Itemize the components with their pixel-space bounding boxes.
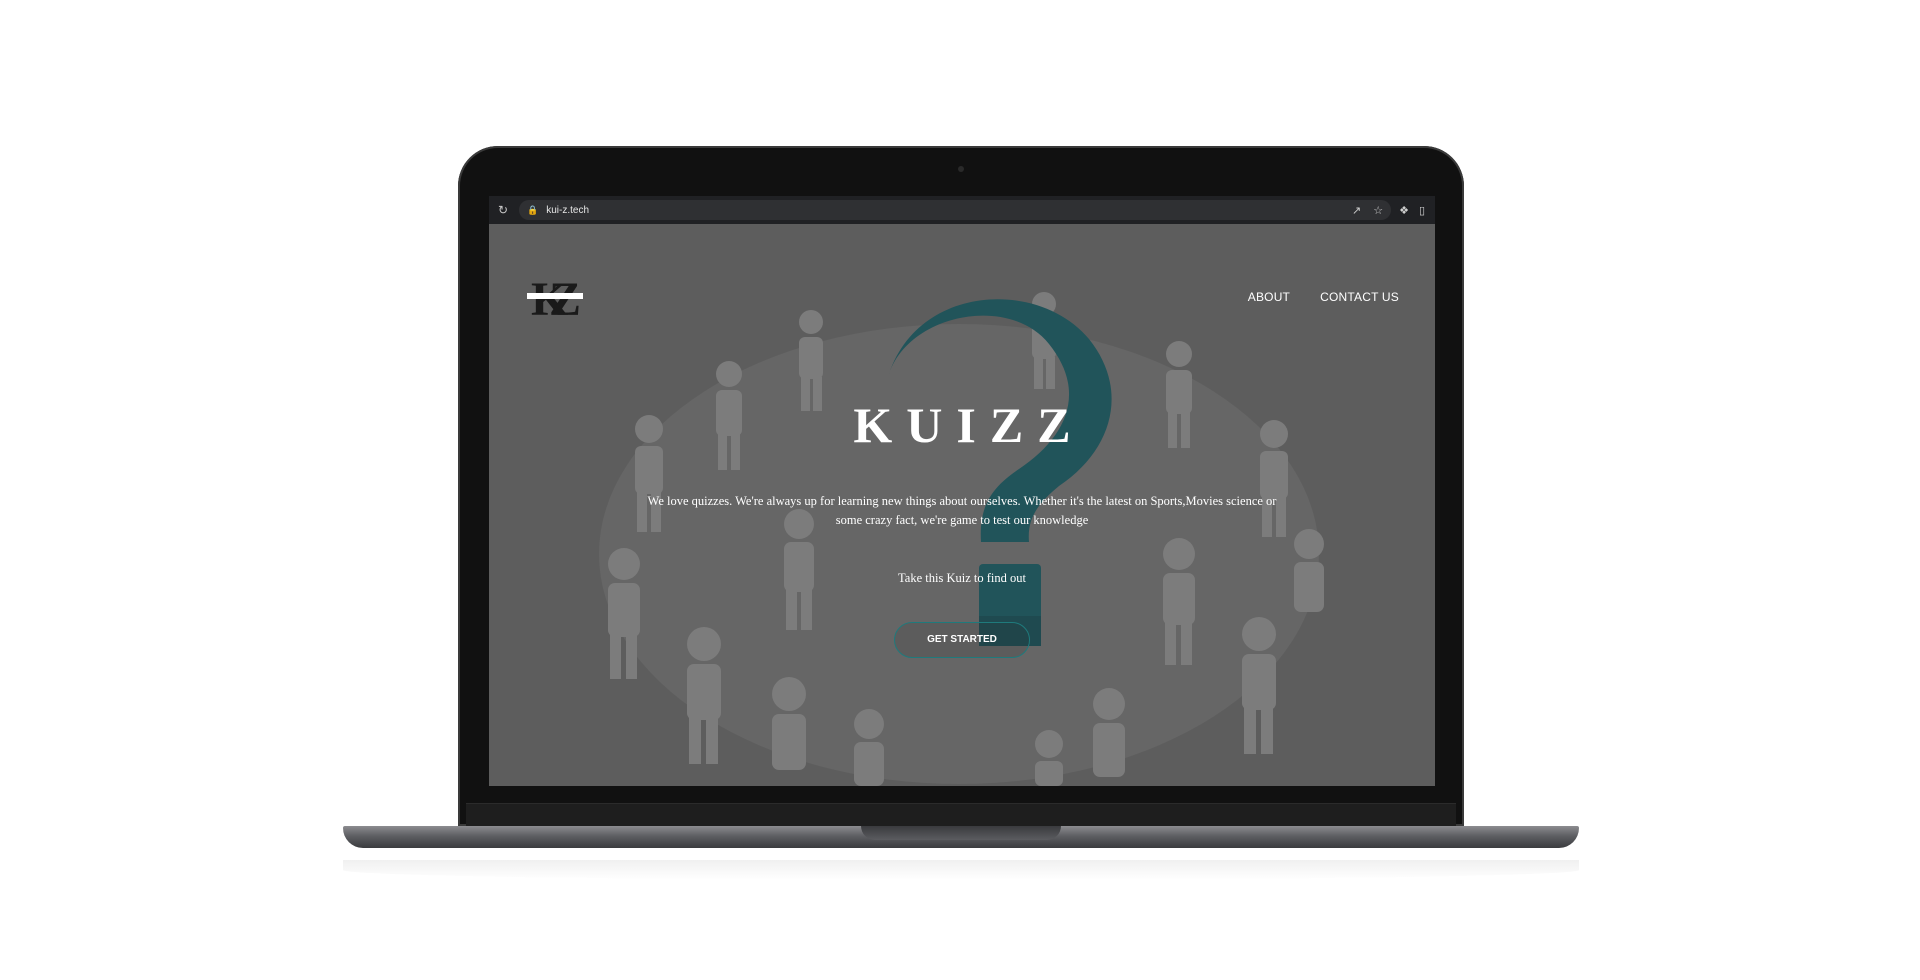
laptop-screen: ↻ 🔒 kui-z.tech ↗ ☆ ❖ ▯ K Z ABOUT CONTACT… [489, 196, 1435, 786]
hero-cta-text: Take this Kuiz to find out [898, 571, 1026, 585]
laptop-lid: ↻ 🔒 kui-z.tech ↗ ☆ ❖ ▯ K Z ABOUT CONTACT… [458, 146, 1464, 826]
nav-link-about[interactable]: ABOUT [1248, 290, 1290, 304]
sidebar-icon[interactable]: ▯ [1419, 204, 1425, 217]
get-started-button[interactable]: GET STARTED [894, 622, 1030, 658]
extensions-icon[interactable]: ❖ [1399, 204, 1409, 217]
laptop-notch [861, 826, 1061, 840]
camera-icon [958, 166, 964, 172]
nav-link-contact-us[interactable]: CONTACT US [1320, 290, 1399, 304]
share-icon[interactable]: ↗ [1352, 204, 1361, 217]
lock-icon: 🔒 [527, 204, 539, 215]
hero-description: We love quizzes. We're always up for lea… [647, 494, 1277, 527]
address-bar[interactable]: 🔒 kui-z.tech ↗ ☆ [519, 200, 1392, 220]
top-nav: ABOUT CONTACT US [1248, 290, 1399, 304]
laptop-bezel-bottom [466, 803, 1456, 826]
reload-icon[interactable]: ↻ [495, 203, 511, 217]
star-icon[interactable]: ☆ [1373, 204, 1383, 217]
hero-title: KUIZZ [853, 397, 1085, 453]
browser-toolbar: ↻ 🔒 kui-z.tech ↗ ☆ ❖ ▯ [489, 196, 1435, 224]
url-text: kui-z.tech [546, 204, 590, 216]
laptop-shadow [343, 860, 1579, 880]
web-page: K Z ABOUT CONTACT US KUIZZ We love quizz… [489, 224, 1435, 786]
site-logo[interactable]: K Z [527, 269, 583, 319]
